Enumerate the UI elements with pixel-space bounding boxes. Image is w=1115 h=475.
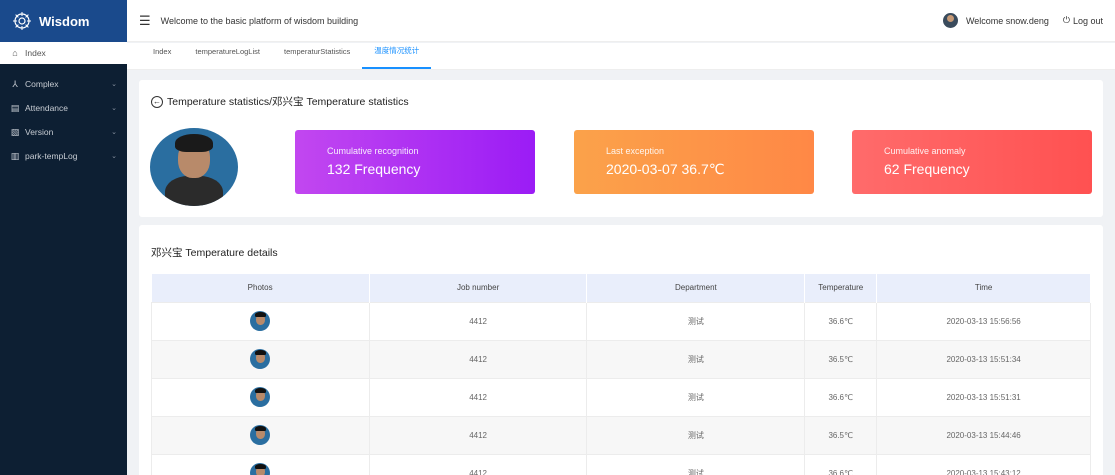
thumbnail[interactable] — [250, 387, 271, 407]
table-header-row: Photos Job number Department Temperature… — [151, 274, 1091, 302]
menu-toggle-icon[interactable]: ☰ — [139, 13, 151, 29]
sidebar-item-label: Complex — [25, 79, 59, 89]
table-row[interactable]: 4412 测试 36.5℃ 2020-03-13 15:44:46 — [151, 415, 1091, 455]
logo[interactable]: Wisdom — [0, 0, 127, 42]
logo-icon — [13, 12, 31, 30]
time-cell: 2020-03-13 15:51:34 — [876, 339, 1091, 379]
thumbnail[interactable] — [250, 349, 271, 369]
table-row[interactable]: 4412 测试 36.6℃ 2020-03-13 15:51:31 — [151, 377, 1091, 417]
time-cell: 2020-03-13 15:56:56 — [876, 301, 1091, 341]
back-link[interactable]: ← Temperature statistics/邓兴宝 Temperature… — [151, 94, 409, 109]
cumulative-anomaly-stat: Cumulative anomaly 62 Frequency — [852, 130, 1092, 194]
job-number-cell: 4412 — [368, 377, 588, 417]
tab-bar: Index temperatureLogList temperaturStati… — [127, 43, 1115, 70]
thumbnail[interactable] — [250, 425, 271, 445]
time-cell: 2020-03-13 15:44:46 — [876, 415, 1091, 455]
table-row[interactable]: 4412 测试 36.5℃ 2020-03-13 15:51:34 — [151, 339, 1091, 379]
temperature-table: Photos Job number Department Temperature… — [151, 274, 1091, 475]
time-cell: 2020-03-13 15:43:12 — [876, 453, 1091, 475]
sidebar-item-label: park-tempLog — [25, 151, 78, 161]
stat-label: Cumulative recognition — [327, 146, 419, 156]
department-cell: 测试 — [586, 415, 806, 455]
sidebar-item-label: Index — [25, 48, 46, 58]
thumbnail[interactable] — [250, 311, 271, 331]
temperature-cell: 36.6℃ — [804, 453, 878, 475]
logout-button[interactable]: ⏻ Log out — [1063, 15, 1103, 26]
table-row[interactable]: 4412 测试 36.6℃ 2020-03-13 15:43:12 — [151, 453, 1091, 475]
sidebar-item-version[interactable]: ▧ Version ⌄ — [0, 120, 127, 144]
temperature-cell: 36.6℃ — [804, 377, 878, 417]
photo-cell — [151, 301, 370, 341]
department-cell: 测试 — [586, 453, 806, 475]
job-number-cell: 4412 — [368, 453, 588, 475]
tab-temperature-statistics[interactable]: temperaturStatistics — [272, 42, 362, 69]
temperature-cell: 36.6℃ — [804, 301, 878, 341]
chevron-down-icon: ⌄ — [111, 105, 117, 112]
time-cell: 2020-03-13 15:51:31 — [876, 377, 1091, 417]
chevron-down-icon: ⌄ — [111, 153, 117, 160]
job-number-cell: 4412 — [368, 301, 588, 341]
thumbnail[interactable] — [250, 463, 271, 475]
top-header: ☰ Welcome to the basic platform of wisdo… — [127, 0, 1115, 42]
sidebar-item-attendance[interactable]: ▤ Attendance ⌄ — [0, 96, 127, 120]
sidebar-item-complex[interactable]: ⅄ Complex ⌄ — [0, 72, 127, 96]
tab-index[interactable]: Index — [141, 42, 183, 69]
cumulative-recognition-stat: Cumulative recognition 132 Frequency — [295, 130, 535, 194]
stat-value: 132 Frequency — [327, 161, 421, 177]
column-header: Time — [876, 274, 1091, 302]
sidebar-item-label: Version — [25, 127, 54, 137]
table-row[interactable]: 4412 测试 36.6℃ 2020-03-13 15:56:56 — [151, 301, 1091, 341]
sidebar: Wisdom ⌂ Index ⅄ Complex ⌄ ▤ Attendance … — [0, 0, 127, 475]
photo-cell — [151, 415, 370, 455]
home-icon: ⌂ — [12, 48, 18, 58]
calendar-icon: ▤ — [10, 102, 20, 113]
tab-temperature-situation[interactable]: 温度情况统计 — [362, 42, 432, 69]
chevron-down-icon: ⌄ — [111, 129, 117, 136]
photo-cell — [151, 339, 370, 379]
department-cell: 测试 — [586, 377, 806, 417]
user-area: Welcome snow.deng ⏻ Log out — [942, 13, 1103, 28]
last-exception-stat: Last exception 2020-03-07 36.7℃ — [574, 130, 814, 194]
document-icon: ▧ — [10, 126, 20, 137]
logo-text: Wisdom — [39, 13, 90, 29]
summary-card: ← Temperature statistics/邓兴宝 Temperature… — [139, 80, 1103, 217]
chart-icon: ▥ — [10, 150, 20, 161]
stat-label: Last exception — [606, 146, 665, 156]
sidebar-item-index[interactable]: ⌂ Index — [0, 42, 127, 64]
welcome-text: Welcome snow.deng — [965, 15, 1049, 26]
header-title: Welcome to the basic platform of wisdom … — [160, 15, 359, 26]
details-title: 邓兴宝 Temperature details — [151, 247, 278, 259]
page-title: Temperature statistics/邓兴宝 Temperature s… — [167, 96, 409, 108]
logout-icon: ⏻ — [1062, 15, 1070, 25]
sidebar-item-label: Attendance — [25, 103, 69, 113]
back-arrow-icon: ← — [151, 95, 163, 108]
chevron-down-icon: ⌄ — [111, 81, 117, 88]
sidebar-item-park-templog[interactable]: ▥ park-tempLog ⌄ — [0, 144, 127, 168]
column-header: Temperature — [804, 274, 878, 302]
temperature-cell: 36.5℃ — [804, 415, 878, 455]
person-photo — [150, 128, 238, 206]
logout-label: Log out — [1072, 15, 1103, 26]
photo-cell — [151, 453, 370, 475]
temperature-cell: 36.5℃ — [804, 339, 878, 379]
tab-temperature-log-list[interactable]: temperatureLogList — [183, 42, 272, 69]
details-card: 邓兴宝 Temperature details Photos Job numbe… — [139, 225, 1103, 475]
column-header: Job number — [369, 274, 588, 302]
job-number-cell: 4412 — [368, 339, 588, 379]
job-number-cell: 4412 — [368, 415, 588, 455]
column-header: Photos — [151, 274, 370, 302]
department-cell: 测试 — [586, 339, 806, 379]
photo-cell — [151, 377, 370, 417]
department-cell: 测试 — [586, 301, 806, 341]
people-icon: ⅄ — [12, 78, 18, 89]
avatar[interactable] — [942, 13, 958, 28]
stat-value: 2020-03-07 36.7℃ — [606, 161, 725, 177]
column-header: Department — [586, 274, 806, 302]
stat-label: Cumulative anomaly — [884, 146, 966, 156]
stat-value: 62 Frequency — [884, 161, 970, 177]
